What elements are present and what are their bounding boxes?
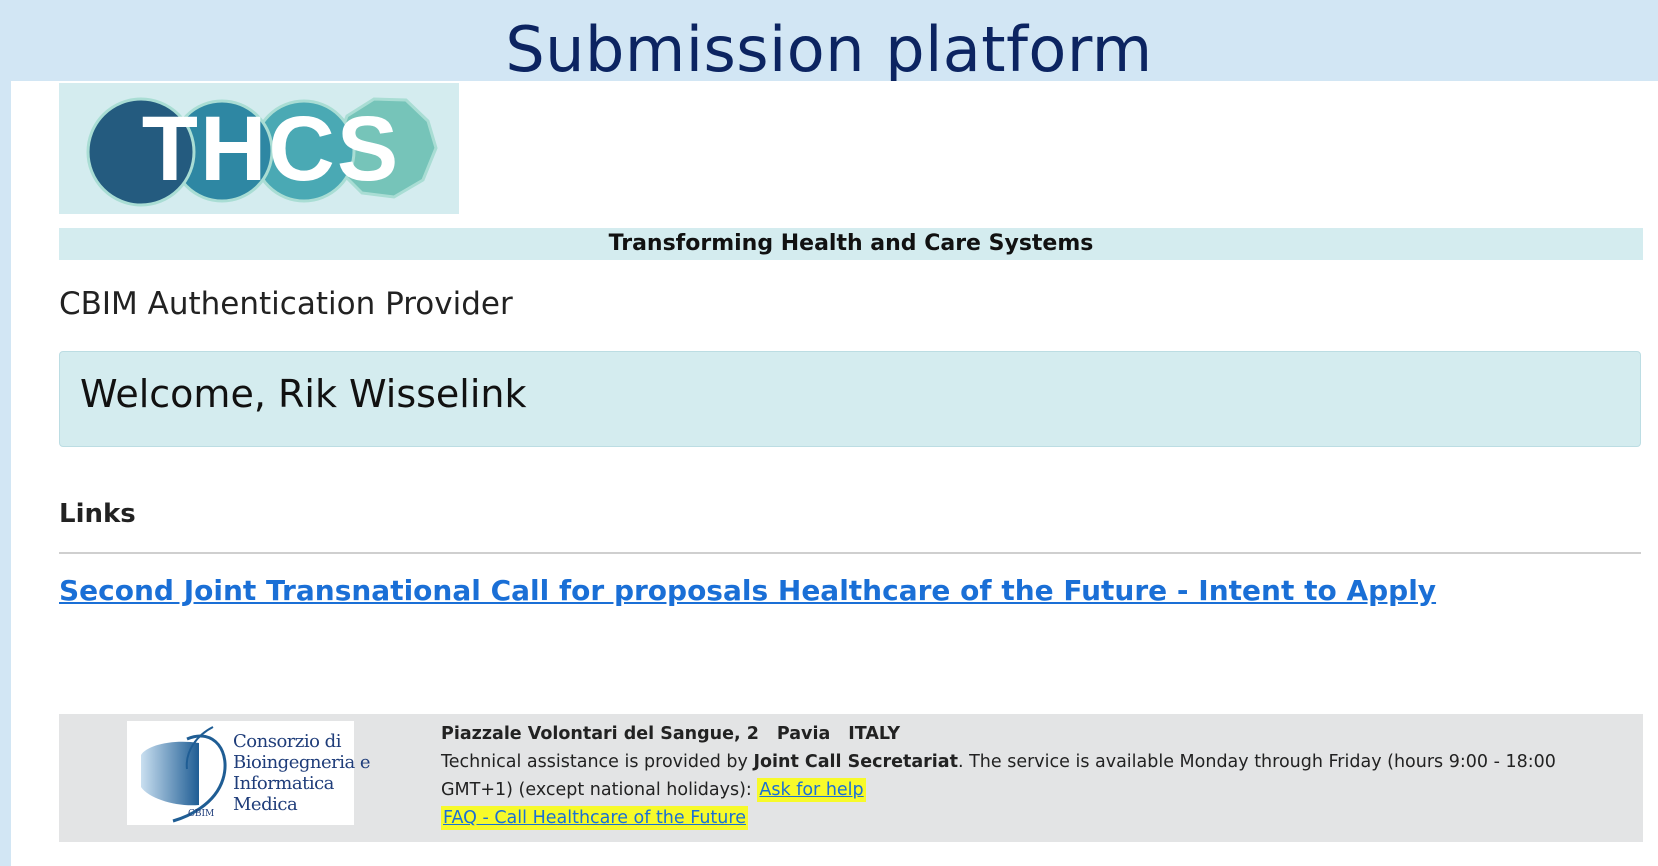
page-content: THCS Transforming Health and Care System… (11, 81, 1658, 866)
links-heading: Links (59, 499, 136, 529)
svg-text:THCS: THCS (142, 98, 400, 200)
faq-row: FAQ - Call Healthcare of the Future (441, 804, 1631, 832)
footer: Consorzio di Bioingegneria e Informatica… (59, 714, 1643, 842)
welcome-message: Welcome, Rik Wisselink (80, 372, 527, 416)
cbim-abbr: CBIM (188, 809, 215, 819)
links-divider (59, 552, 1641, 554)
welcome-panel: Welcome, Rik Wisselink (59, 351, 1641, 447)
tagline: Transforming Health and Care Systems (608, 231, 1094, 256)
provider-heading: CBIM Authentication Provider (59, 286, 513, 322)
cbim-name: Consorzio di Bioingegneria e Informatica… (233, 731, 371, 815)
assistance-text: Technical assistance is provided by Join… (441, 752, 1556, 802)
thcs-logo-icon: THCS (86, 97, 438, 207)
ask-for-help-link[interactable]: Ask for help (757, 778, 866, 802)
address: Piazzale Volontari del Sangue, 2 Pavia ITA… (441, 724, 901, 744)
faq-link[interactable]: FAQ - Call Healthcare of the Future (441, 806, 748, 830)
footer-info: Piazzale Volontari del Sangue, 2 Pavia ITA… (441, 720, 1631, 832)
tagline-bar: Transforming Health and Care Systems (59, 228, 1643, 260)
thcs-logo: THCS (59, 83, 459, 214)
slide-title: Submission platform (505, 13, 1153, 86)
cbim-logo: Consorzio di Bioingegneria e Informatica… (127, 721, 371, 825)
intent-to-apply-link[interactable]: Second Joint Transnational Call for prop… (59, 574, 1436, 607)
